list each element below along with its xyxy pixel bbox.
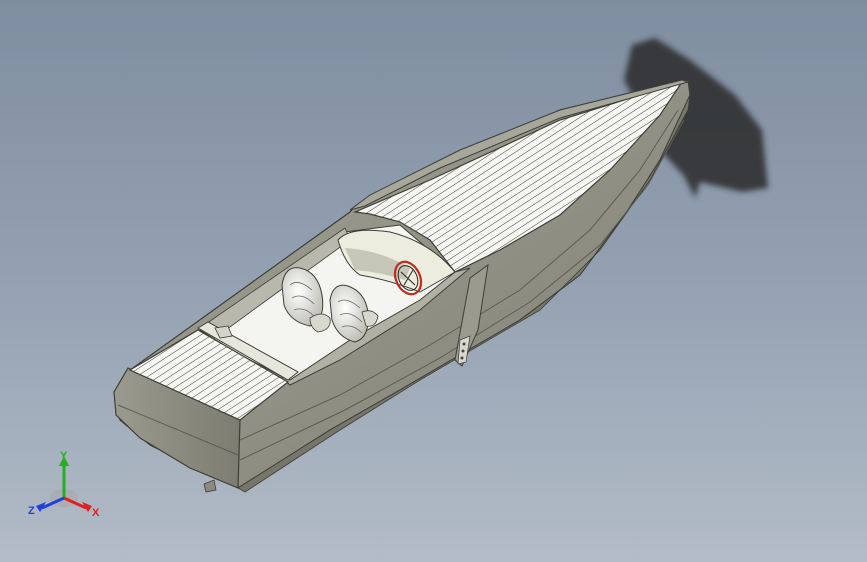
fin-bolt	[462, 342, 466, 346]
x-axis-label: X	[92, 507, 100, 519]
z-axis-label: Z	[28, 505, 35, 517]
keel-stub	[203, 479, 217, 493]
y-axis-label: Y	[60, 450, 68, 462]
fin-bolt	[460, 356, 464, 360]
axis-triad: Y X Z	[28, 450, 100, 519]
boat-model-scene[interactable]	[0, 0, 867, 562]
fin-bolt	[461, 349, 465, 353]
graphics-viewport[interactable]: Y X Z	[0, 0, 867, 562]
